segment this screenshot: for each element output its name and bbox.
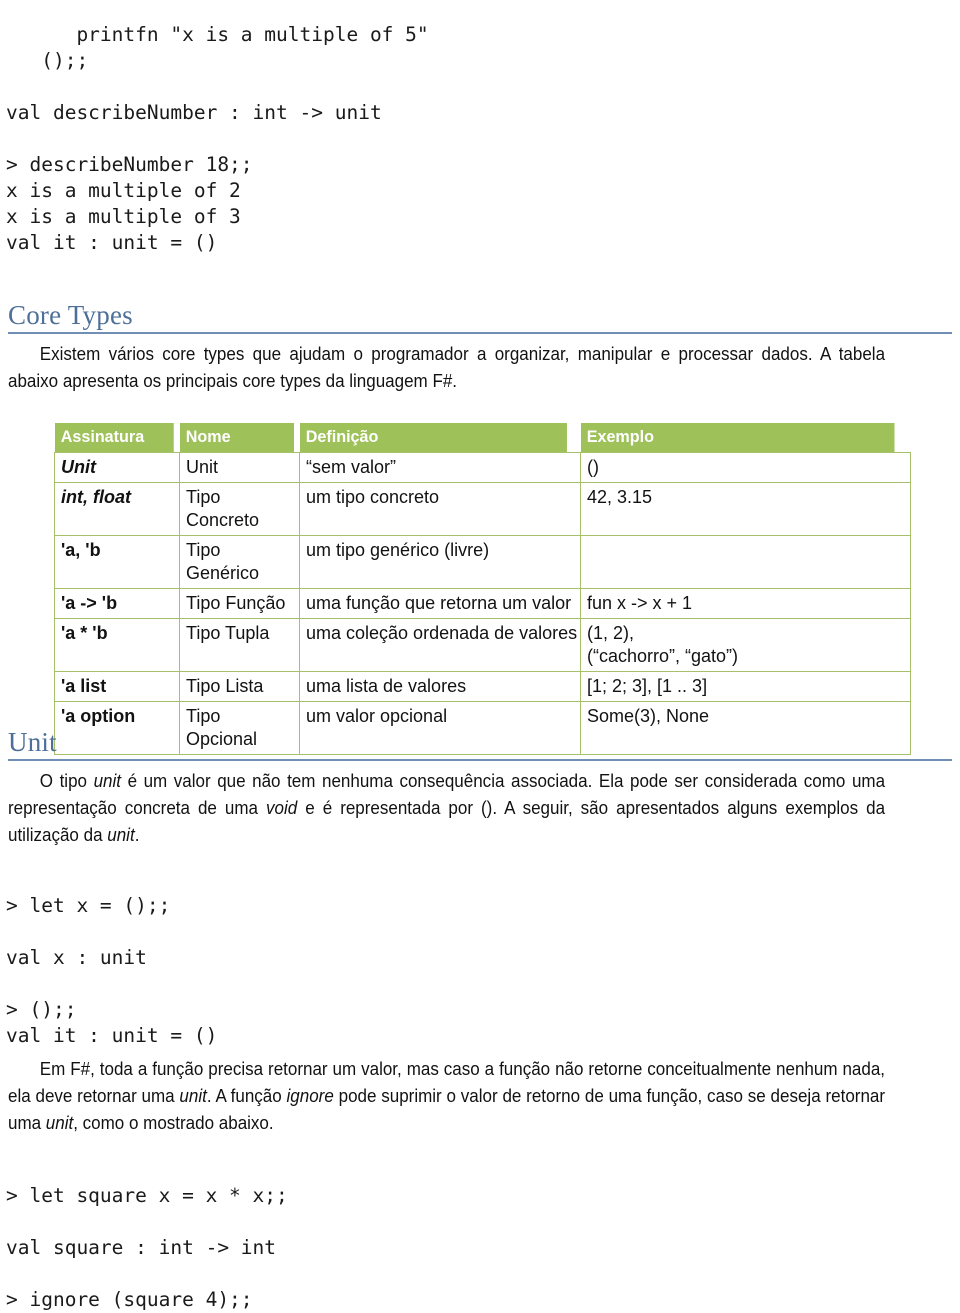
cell-exemplo: (1, 2), (“cachorro”, “gato”)	[580, 618, 911, 672]
column-header-definicao: Definição	[299, 423, 567, 453]
page-title-core-types: Core Types	[8, 300, 133, 330]
emphasis-unit: unit	[107, 825, 135, 845]
emphasis-ignore: ignore	[286, 1086, 334, 1106]
cell-exemplo	[580, 535, 911, 589]
emphasis-void: void	[266, 798, 298, 818]
cell-exemplo: ()	[580, 452, 911, 483]
table-row: 'a, 'b Tipo Genérico um tipo genérico (liv…	[54, 535, 911, 589]
cell-assinatura: 'a, 'b	[54, 535, 180, 589]
page-title-unit: Unit	[8, 727, 57, 757]
table-row: 'a list Tipo Lista uma lista de valores [1;…	[54, 671, 911, 702]
column-header-assinatura: Assinatura	[54, 423, 174, 453]
table-row: Unit Unit “sem valor”()	[54, 452, 911, 483]
table-row: int, float Tipo Concreto um tipo concreto 4…	[54, 482, 911, 536]
paragraph-unit-1: O tipo unit é um valor que não tem nenhu…	[8, 768, 885, 849]
document-page: printfn "x is a multiple of 5" ();; val …	[0, 0, 960, 1311]
cell-exemplo: fun x -> x + 1	[580, 588, 911, 619]
paragraph-text: Existem vários core types que ajudam o p…	[8, 344, 886, 391]
cell-assinatura: 'a * 'b	[54, 618, 180, 672]
paragraph-unit-2: Em F#, toda a função precisa retornar um…	[8, 1056, 885, 1137]
paragraph-segment: O tipo	[39, 771, 94, 791]
emphasis-unit: unit	[179, 1086, 207, 1106]
cell-nome: Tipo Lista	[179, 671, 300, 702]
paragraph-segment: , como o mostrado abaixo.	[73, 1113, 274, 1133]
cell-assinatura: Unit	[54, 452, 180, 483]
cell-definicao: “sem valor”	[299, 452, 581, 483]
cell-exemplo: [1; 2; 3], [1 .. 3]	[580, 671, 911, 702]
table-head: Assinatura Nome Definição Exemplo	[54, 423, 911, 453]
column-header-exemplo: Exemplo	[580, 423, 894, 453]
cell-definicao: um tipo genérico (livre)	[299, 535, 581, 589]
heading-divider	[8, 332, 952, 334]
cell-definicao: um tipo concreto	[299, 482, 581, 536]
table-row: 'a -> 'b Tipo Função uma função que retorn…	[54, 588, 911, 619]
cell-nome: Tipo Genérico	[179, 535, 300, 589]
cell-definicao: uma função que retorna um valor	[299, 588, 581, 619]
cell-assinatura: 'a -> 'b	[54, 588, 180, 619]
emphasis-unit: unit	[45, 1113, 74, 1133]
table-body: Unit Unit “sem valor”() int, float Tipo Conc…	[54, 452, 911, 755]
column-header-nome: Nome	[179, 423, 294, 453]
cell-assinatura: int, float	[54, 482, 180, 536]
section-heading-core-types: Core Types	[8, 300, 952, 334]
cell-exemplo: 42, 3.15	[580, 482, 911, 536]
heading-divider-unit	[8, 759, 952, 761]
paragraph-segment: . A função	[206, 1086, 287, 1106]
table-header-row: Assinatura Nome Definição Exemplo	[54, 423, 911, 453]
core-types-table: Assinatura Nome Definição Exemplo Unit Un…	[54, 423, 911, 755]
cell-nome: Tipo Concreto	[179, 482, 300, 536]
cell-definicao: uma coleção ordenada de valores	[299, 618, 581, 672]
core-types-table-wrapper: Assinatura Nome Definição Exemplo Unit Un…	[54, 423, 911, 755]
cell-nome: Tipo Tupla	[179, 618, 300, 672]
paragraph-core-types-intro: Existem vários core types que ajudam o p…	[8, 341, 885, 395]
section-heading-unit: Unit	[8, 727, 952, 761]
table-row: 'a * 'b Tipo Tupla uma coleção ordenada de…	[54, 618, 911, 672]
code-block-unit-square: > let square x = x * x;; val square : in…	[6, 1183, 288, 1311]
code-block-describenumber: printfn "x is a multiple of 5" ();; val …	[6, 22, 429, 254]
paragraph-segment: .	[134, 825, 140, 845]
cell-assinatura: 'a list	[54, 671, 180, 702]
cell-nome: Tipo Função	[179, 588, 300, 619]
cell-definicao: uma lista de valores	[299, 671, 581, 702]
emphasis-unit: unit	[93, 771, 122, 791]
code-block-unit-let-x: > let x = ();; val x : unit > ();; val i…	[6, 893, 218, 1047]
cell-nome: Unit	[179, 452, 300, 483]
